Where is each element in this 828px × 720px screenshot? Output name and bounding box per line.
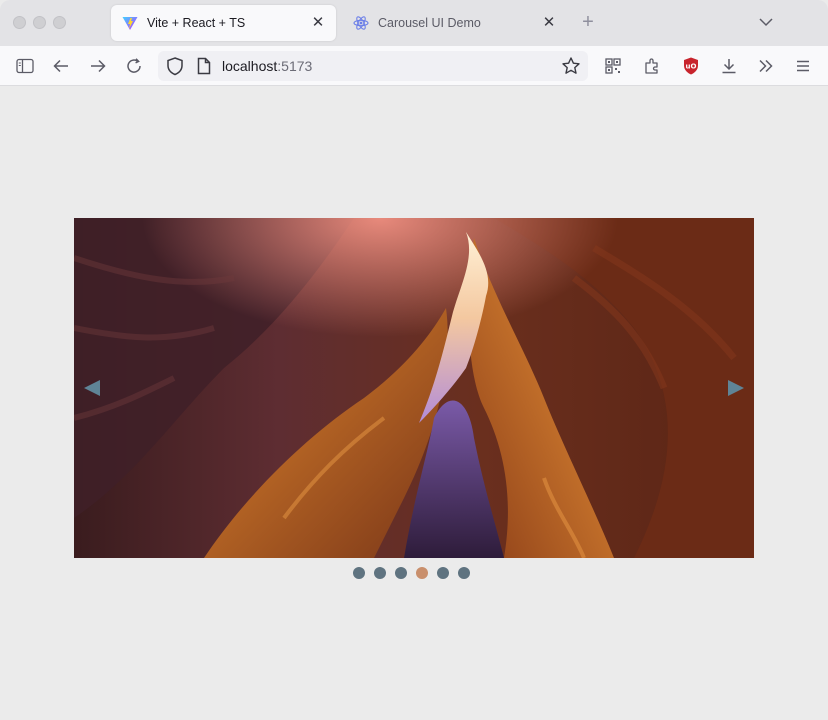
- svg-text:uO: uO: [686, 63, 697, 71]
- next-slide-button[interactable]: [726, 378, 746, 398]
- vite-icon: [121, 14, 139, 32]
- close-tab-icon[interactable]: ✕: [541, 15, 557, 31]
- slide-dot-3[interactable]: [395, 567, 407, 579]
- ublock-icon[interactable]: uO: [679, 54, 703, 78]
- slide-dot-2[interactable]: [374, 567, 386, 579]
- bookmark-star-icon[interactable]: [561, 56, 581, 81]
- url-host: localhost: [222, 58, 278, 74]
- back-icon[interactable]: [49, 54, 73, 78]
- page-content: [0, 87, 828, 720]
- qr-code-icon[interactable]: [601, 54, 625, 78]
- reload-icon[interactable]: [122, 54, 146, 78]
- page-icon[interactable]: [196, 57, 212, 80]
- shield-icon[interactable]: [166, 56, 184, 81]
- navigation-toolbar: localhost:5173 uO: [0, 46, 828, 86]
- react-icon: [352, 14, 370, 32]
- carousel-dots: [353, 567, 470, 579]
- chevron-down-icon[interactable]: [757, 13, 775, 31]
- close-window-button[interactable]: [13, 16, 26, 29]
- close-tab-icon[interactable]: ✕: [310, 15, 326, 31]
- previous-slide-button[interactable]: [82, 378, 102, 398]
- minimize-window-button[interactable]: [33, 16, 46, 29]
- slide-dot-4[interactable]: [416, 567, 428, 579]
- tab-title: Vite + React + TS: [147, 16, 246, 30]
- extensions-icon[interactable]: [640, 54, 664, 78]
- url-text: localhost:5173: [222, 58, 312, 74]
- canyon-photo: [74, 218, 754, 558]
- new-tab-icon[interactable]: +: [578, 12, 598, 32]
- sidebar-icon[interactable]: [13, 54, 37, 78]
- download-icon[interactable]: [717, 54, 741, 78]
- carousel: [74, 218, 754, 558]
- zoom-window-button[interactable]: [53, 16, 66, 29]
- tab-title: Carousel UI Demo: [378, 16, 481, 30]
- browser-window: Vite + React + TS ✕ Carousel UI Demo ✕ +: [0, 0, 828, 720]
- url-port: :5173: [277, 58, 313, 74]
- slide-dot-5[interactable]: [437, 567, 449, 579]
- address-bar[interactable]: localhost:5173: [158, 51, 588, 81]
- forward-icon[interactable]: [86, 54, 110, 78]
- slide-dot-6[interactable]: [458, 567, 470, 579]
- menu-icon[interactable]: [791, 54, 815, 78]
- slide-dot-1[interactable]: [353, 567, 365, 579]
- tab-vite-react[interactable]: Vite + React + TS ✕: [111, 5, 336, 41]
- tab-strip: Vite + React + TS ✕ Carousel UI Demo ✕ +: [0, 0, 828, 46]
- overflow-icon[interactable]: [754, 54, 778, 78]
- tab-carousel-demo[interactable]: Carousel UI Demo ✕: [342, 5, 567, 41]
